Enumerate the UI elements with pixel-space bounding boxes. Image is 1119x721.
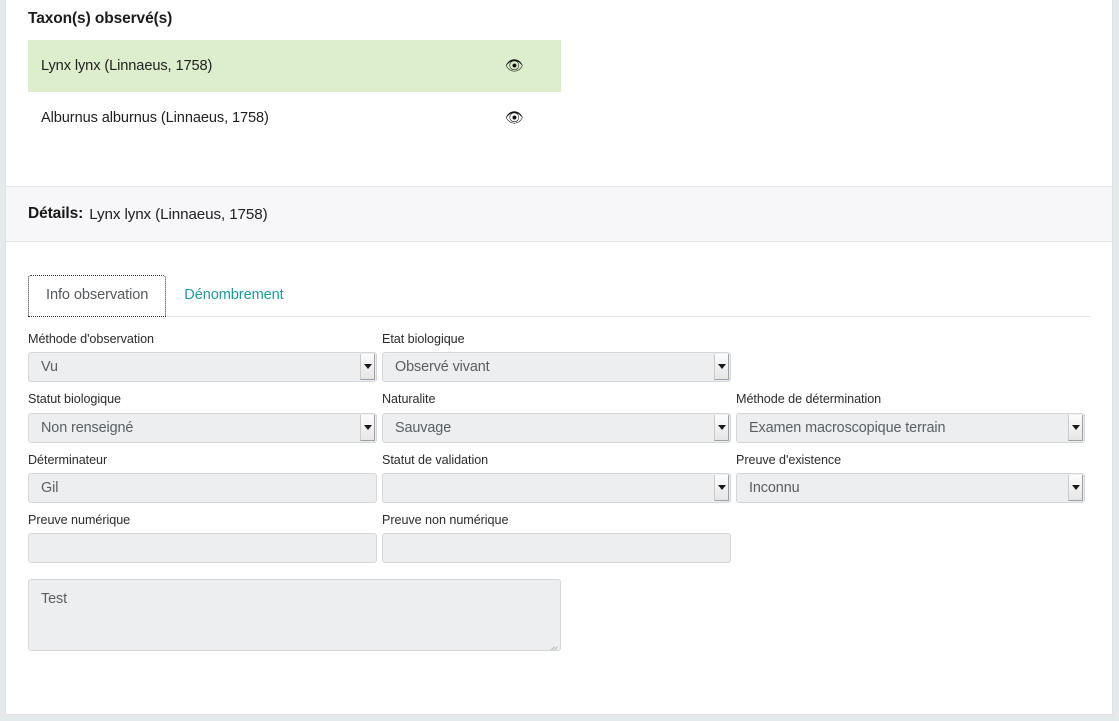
field-etat-biologique: Etat biologique Observé vivant (382, 331, 736, 383)
statut-biologique-select[interactable]: Non renseigné (28, 412, 377, 443)
field-label: Etat biologique (382, 332, 465, 346)
form-cell-empty (736, 512, 1090, 563)
naturalite-select[interactable]: Sauvage (382, 412, 731, 443)
field-methode-determination: Méthode de détermination Examen macrosco… (736, 391, 1090, 443)
chevron-down-icon[interactable] (714, 475, 729, 502)
field-label: Méthode d'observation (28, 332, 154, 346)
observation-card: Taxon(s) observé(s) Lynx lynx (Linnaeus,… (5, 0, 1113, 715)
field-statut-biologique: Statut biologique Non renseigné (28, 391, 382, 443)
field-label: Méthode de détermination (736, 392, 882, 407)
statut-validation-select[interactable] (382, 473, 731, 504)
taxon-label: Alburnus alburnus (Linnaeus, 1758) (41, 110, 269, 126)
preuve-numerique-input[interactable] (28, 533, 377, 564)
field-statut-validation: Statut de validation (382, 452, 736, 504)
tab-list: Info observation Dénombrement (28, 270, 1090, 317)
field-value: Sauvage (395, 419, 452, 436)
taxon-list-item-1[interactable]: Alburnus alburnus (Linnaeus, 1758) 👁 (28, 92, 561, 144)
etat-biologique-select[interactable]: Observé vivant (382, 352, 731, 383)
eye-icon[interactable]: 👁 (505, 111, 524, 126)
chevron-down-icon[interactable] (360, 354, 375, 381)
determinateur-input[interactable]: Gil (28, 473, 377, 504)
comment-textarea[interactable]: Test (28, 579, 561, 652)
field-naturalite: Naturalite Sauvage (382, 391, 736, 443)
form-row-3: Déterminateur Gil Statut de validation P… (28, 452, 1090, 504)
field-value: Non renseigné (41, 419, 134, 436)
field-label: Statut de validation (382, 452, 489, 467)
field-value: Vu (41, 359, 58, 376)
field-label: Statut biologique (28, 392, 121, 407)
form-row-4: Preuve numérique Preuve non numérique (28, 512, 1090, 564)
field-preuve-numerique: Preuve numérique (28, 512, 382, 564)
taxon-label: Lynx lynx (Linnaeus, 1758) (41, 58, 213, 74)
details-taxon-name: Lynx lynx (Linnaeus, 1758) (89, 205, 268, 223)
field-label: Preuve numérique (28, 513, 131, 528)
taxon-list: Lynx lynx (Linnaeus, 1758) 👁 Alburnus al… (28, 40, 561, 144)
field-value: Gil (41, 480, 59, 497)
comment-container: Test (6, 579, 1112, 652)
eye-icon[interactable]: 👁 (505, 59, 524, 74)
field-label: Preuve d'existence (736, 452, 842, 467)
field-label: Naturalite (382, 392, 436, 407)
tab-info-observation[interactable]: Info observation (28, 274, 167, 317)
taxon-section-title: Taxon(s) observé(s) (28, 10, 173, 27)
field-value: Examen macroscopique terrain (749, 419, 946, 436)
methode-determination-select[interactable]: Examen macroscopique terrain (736, 412, 1085, 443)
chevron-down-icon[interactable] (714, 354, 729, 381)
taxon-list-item-0[interactable]: Lynx lynx (Linnaeus, 1758) 👁 (28, 40, 561, 92)
chevron-down-icon[interactable] (1068, 414, 1083, 441)
observation-form: Méthode d'observation Vu Etat biologique… (6, 331, 1112, 564)
methode-observation-select[interactable]: Vu (28, 352, 377, 383)
field-methode-observation: Méthode d'observation Vu (28, 331, 382, 383)
details-header: Détails: Lynx lynx (Linnaeus, 1758) (6, 186, 1112, 242)
field-label: Déterminateur (28, 452, 108, 467)
preuve-existence-select[interactable]: Inconnu (736, 473, 1085, 504)
chevron-down-icon[interactable] (714, 414, 729, 441)
field-value: Inconnu (749, 480, 800, 497)
taxon-section: Taxon(s) observé(s) Lynx lynx (Linnaeus,… (6, 0, 1112, 186)
field-preuve-non-numerique: Preuve non numérique (382, 512, 736, 564)
field-label: Preuve non numérique (382, 513, 509, 528)
form-row-1: Méthode d'observation Vu Etat biologique… (28, 331, 1090, 383)
chevron-down-icon[interactable] (360, 414, 375, 441)
chevron-down-icon[interactable] (1068, 475, 1083, 502)
tabs-container: Info observation Dénombrement (28, 242, 1090, 317)
details-label: Détails: (28, 205, 84, 222)
form-row-2: Statut biologique Non renseigné Naturali… (28, 391, 1090, 443)
comment-value: Test (41, 591, 67, 608)
form-cell-empty (736, 331, 1090, 382)
preuve-non-numerique-input[interactable] (382, 533, 731, 564)
field-preuve-existence: Preuve d'existence Inconnu (736, 452, 1090, 504)
field-determinateur: Déterminateur Gil (28, 452, 382, 504)
resize-handle-icon[interactable] (548, 638, 558, 651)
page-root: Taxon(s) observé(s) Lynx lynx (Linnaeus,… (0, 0, 1119, 721)
taxon-list-spacer (6, 144, 1112, 186)
tab-denombrement[interactable]: Dénombrement (166, 275, 301, 318)
field-value: Observé vivant (395, 359, 490, 376)
